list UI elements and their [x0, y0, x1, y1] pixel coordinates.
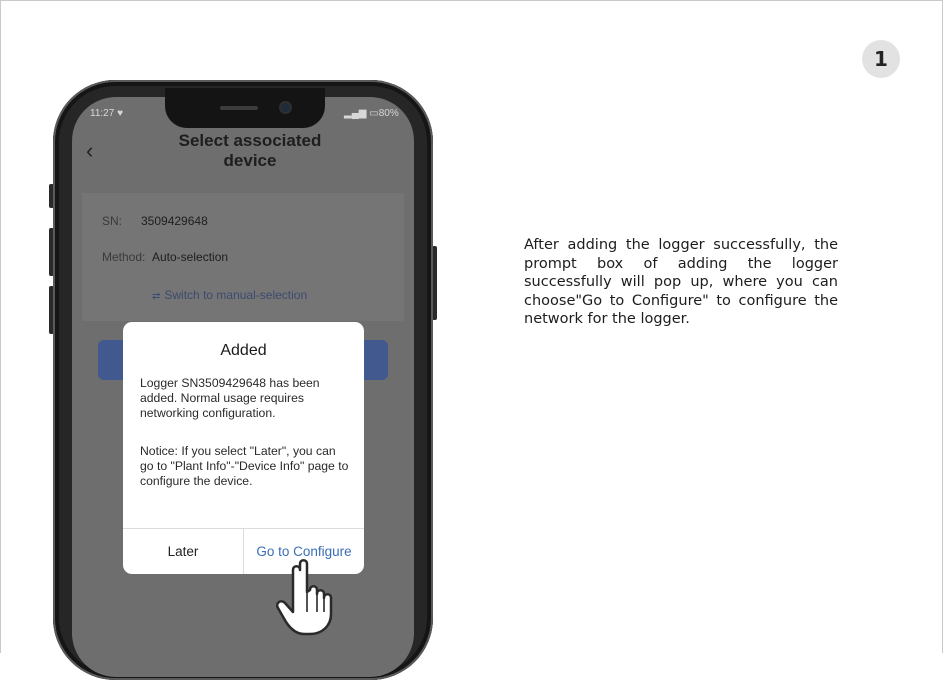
method-label: Method:	[102, 250, 146, 264]
switch-manual-link[interactable]: ⇄ Switch to manual-selection	[152, 288, 307, 302]
step-number-badge: 1	[862, 40, 900, 78]
dialog-message: Logger SN3509429648 has been added. Norm…	[140, 376, 320, 420]
front-camera	[281, 103, 290, 112]
dialog-title: Added	[220, 342, 267, 359]
instruction-text: After adding the logger successfully, th…	[524, 237, 838, 327]
heart-icon: ♥	[117, 108, 124, 119]
page-title: Select associated device	[178, 131, 322, 170]
dialog-notice: Notice: If you select "Later", you can g…	[140, 444, 349, 488]
status-indicators: ▂▄▆ ▭80%	[344, 108, 399, 119]
sn-label: SN:	[102, 214, 123, 228]
method-value: Auto-selection	[152, 250, 229, 264]
pointing-hand-icon	[276, 559, 333, 636]
switch-icon: ⇄	[152, 291, 161, 302]
added-dialog: Added Logger SN3509429648 has been added…	[123, 322, 364, 574]
status-time: 11:27 ♥	[90, 108, 124, 119]
sn-value: 3509429648	[141, 214, 208, 228]
later-button[interactable]: Later	[123, 529, 243, 574]
signal-icon: ▂▄▆	[344, 108, 367, 119]
speaker-grille	[220, 106, 258, 110]
switch-link-label: Switch to manual-selection	[164, 288, 308, 302]
battery-icon: ▭	[369, 108, 379, 119]
chevron-left-icon[interactable]: ‹	[86, 138, 93, 164]
